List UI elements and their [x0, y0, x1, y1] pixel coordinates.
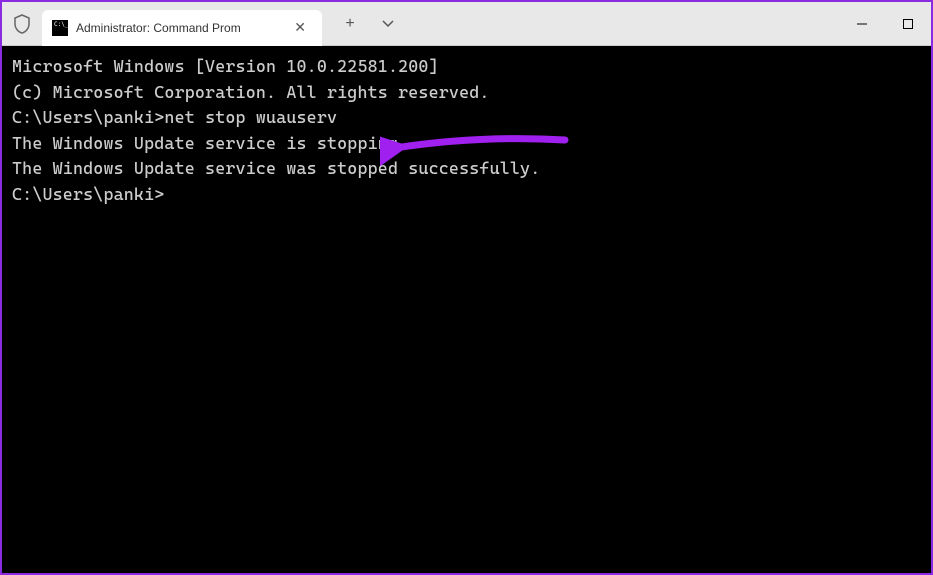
- command-line-1: C:\Users\panki>net stop wuauserv: [12, 105, 921, 131]
- tab-dropdown-button[interactable]: [378, 15, 398, 33]
- prompt-text: C:\Users\panki>: [12, 107, 164, 127]
- maximize-button[interactable]: [885, 2, 931, 46]
- version-line: Microsoft Windows [Version 10.0.22581.20…: [12, 54, 921, 80]
- new-tab-button[interactable]: +: [340, 15, 360, 33]
- copyright-line: (c) Microsoft Corporation. All rights re…: [12, 80, 921, 106]
- tab-actions: +: [340, 15, 398, 33]
- prompt-text: C:\Users\panki>: [12, 184, 164, 204]
- terminal-tab[interactable]: C:\_ Administrator: Command Prom ✕: [42, 10, 322, 46]
- command-line-2: C:\Users\panki>: [12, 182, 921, 208]
- window-controls: [839, 2, 931, 46]
- cmd-icon: C:\_: [52, 20, 68, 36]
- output-line-1: The Windows Update service is stopping.: [12, 131, 921, 157]
- shield-icon: [2, 14, 42, 34]
- cmd-icon-text: C:\_: [54, 22, 68, 28]
- terminal-body[interactable]: Microsoft Windows [Version 10.0.22581.20…: [2, 46, 931, 573]
- output-line-2: The Windows Update service was stopped s…: [12, 156, 921, 182]
- tab-title: Administrator: Command Prom: [76, 21, 280, 35]
- window-titlebar: C:\_ Administrator: Command Prom ✕ +: [2, 2, 931, 46]
- command-text: net stop wuauserv: [164, 107, 337, 127]
- close-tab-button[interactable]: ✕: [288, 17, 312, 38]
- minimize-button[interactable]: [839, 2, 885, 46]
